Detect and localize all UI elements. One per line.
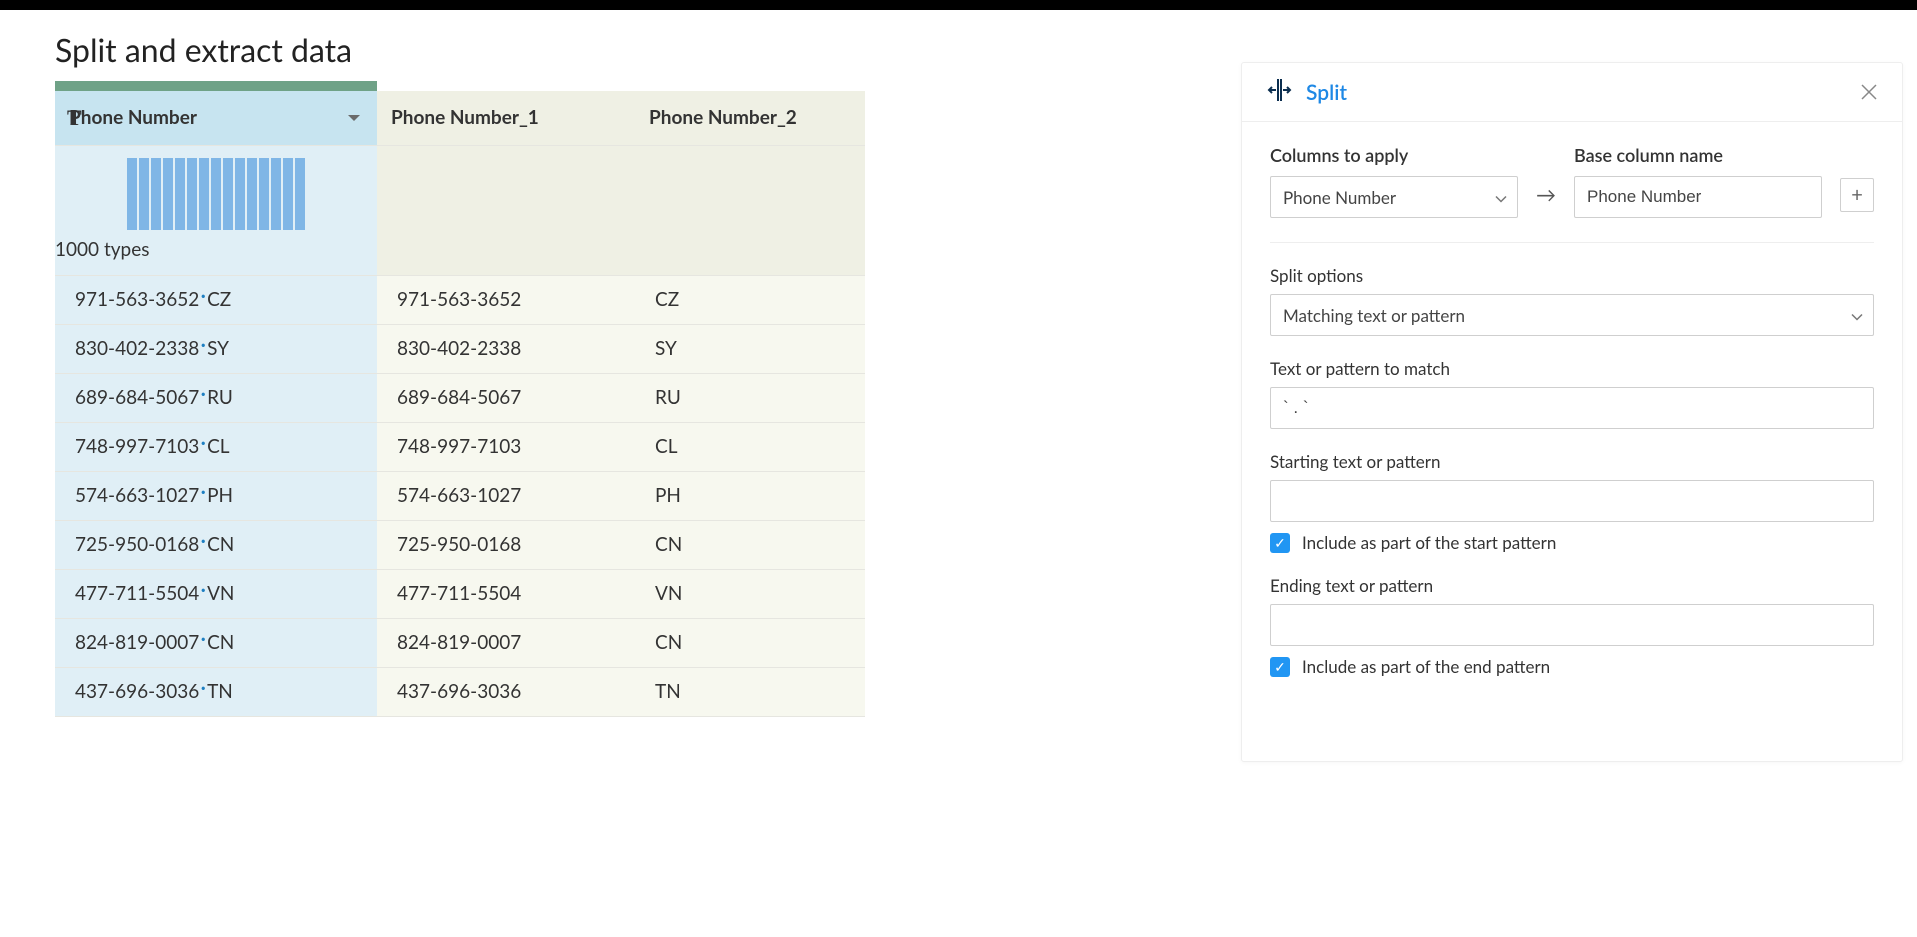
top-strip xyxy=(0,0,1917,10)
cell-phone-number-2: CN xyxy=(635,520,865,569)
table-row[interactable]: 824-819-0007·CN824-819-0007CN xyxy=(55,618,865,667)
cell-phone-number-1: 748-997-7103 xyxy=(377,422,635,471)
table-row[interactable]: 437-696-3036·TN437-696-3036TN xyxy=(55,667,865,716)
columns-to-apply-value: Phone Number xyxy=(1283,187,1396,208)
cell-phone-number-2: VN xyxy=(635,569,865,618)
column-header-label: Phone Number xyxy=(69,106,197,129)
ending-pattern-field[interactable] xyxy=(1283,615,1861,635)
base-column-name-field[interactable] xyxy=(1587,187,1809,207)
cell-phone-number-2: TN xyxy=(635,667,865,716)
cell-phone-number-1: 477-711-5504 xyxy=(377,569,635,618)
cell-phone-number-2: RU xyxy=(635,373,865,422)
panel-title: Split xyxy=(1306,80,1860,105)
cell-phone-number-1: 971-563-3652 xyxy=(377,275,635,324)
chevron-down-icon xyxy=(1851,305,1863,326)
arrow-right-icon: → xyxy=(1536,183,1556,207)
column-profile-row: 1000 types xyxy=(55,145,865,275)
cell-phone-number-1: 725-950-0168 xyxy=(377,520,635,569)
text-or-pattern-field[interactable] xyxy=(1283,398,1861,418)
include-end-checkbox[interactable]: ✓ xyxy=(1270,657,1290,677)
table-row[interactable]: 574-663-1027·PH574-663-1027PH xyxy=(55,471,865,520)
cell-phone-number-2: CZ xyxy=(635,275,865,324)
chevron-down-icon xyxy=(1495,187,1507,208)
base-column-name-input[interactable] xyxy=(1574,176,1822,218)
split-options-select[interactable]: Matching text or pattern xyxy=(1270,294,1874,336)
starting-pattern-input[interactable] xyxy=(1270,480,1874,522)
column-header-phone-number[interactable]: T Phone Number xyxy=(55,91,377,145)
table-row[interactable]: 689-684-5067·RU689-684-5067RU xyxy=(55,373,865,422)
chevron-down-icon[interactable] xyxy=(347,113,361,123)
starting-pattern-label: Starting text or pattern xyxy=(1270,451,1874,472)
cell-phone-number-1: 824-819-0007 xyxy=(377,618,635,667)
cell-phone-number: 437-696-3036·TN xyxy=(55,667,377,716)
cell-phone-number: 971-563-3652·CZ xyxy=(55,275,377,324)
close-icon[interactable] xyxy=(1860,83,1878,101)
column-header-phone-number-1[interactable]: Phone Number_1 xyxy=(377,91,635,145)
panel-header: Split xyxy=(1242,63,1902,122)
include-start-label: Include as part of the start pattern xyxy=(1302,532,1556,553)
split-panel: Split Columns to apply Phone Number → Ba… xyxy=(1241,62,1903,762)
text-or-pattern-label: Text or pattern to match xyxy=(1270,358,1874,379)
cell-phone-number-2: PH xyxy=(635,471,865,520)
columns-to-apply-label: Columns to apply xyxy=(1270,144,1518,166)
table-row[interactable]: 971-563-3652·CZ971-563-3652CZ xyxy=(55,275,865,324)
cell-phone-number-1: 437-696-3036 xyxy=(377,667,635,716)
types-count-label: 1000 types xyxy=(55,238,377,261)
starting-pattern-field[interactable] xyxy=(1283,491,1861,511)
cell-phone-number: 830-402-2338·SY xyxy=(55,324,377,373)
table-row[interactable]: 830-402-2338·SY830-402-2338SY xyxy=(55,324,865,373)
column-header-phone-number-2[interactable]: Phone Number_2 xyxy=(635,91,865,145)
cell-phone-number-1: 574-663-1027 xyxy=(377,471,635,520)
split-options-value: Matching text or pattern xyxy=(1283,305,1465,326)
cell-phone-number: 748-997-7103·CL xyxy=(55,422,377,471)
base-column-name-label: Base column name xyxy=(1574,144,1822,166)
add-column-button[interactable]: + xyxy=(1840,178,1874,212)
cell-phone-number-1: 689-684-5067 xyxy=(377,373,635,422)
cell-phone-number-2: SY xyxy=(635,324,865,373)
ending-pattern-input[interactable] xyxy=(1270,604,1874,646)
text-or-pattern-input[interactable] xyxy=(1270,387,1874,429)
data-quality-bar xyxy=(55,81,377,91)
split-options-label: Split options xyxy=(1270,265,1874,286)
table-row[interactable]: 477-711-5504·VN477-711-5504VN xyxy=(55,569,865,618)
cell-phone-number: 477-711-5504·VN xyxy=(55,569,377,618)
table-row[interactable]: 725-950-0168·CN725-950-0168CN xyxy=(55,520,865,569)
cell-phone-number: 689-684-5067·RU xyxy=(55,373,377,422)
column-header-label: Phone Number_2 xyxy=(649,106,797,129)
text-type-icon: T xyxy=(67,105,82,131)
data-table: T Phone Number Phone Number_1 Phone Numb… xyxy=(55,91,865,717)
cell-phone-number-2: CN xyxy=(635,618,865,667)
ending-pattern-label: Ending text or pattern xyxy=(1270,575,1874,596)
column-header-label: Phone Number_1 xyxy=(391,106,539,129)
cell-phone-number: 725-950-0168·CN xyxy=(55,520,377,569)
table-row[interactable]: 748-997-7103·CL748-997-7103CL xyxy=(55,422,865,471)
cell-phone-number: 824-819-0007·CN xyxy=(55,618,377,667)
distribution-bars xyxy=(55,156,377,230)
cell-phone-number-2: CL xyxy=(635,422,865,471)
include-end-label: Include as part of the end pattern xyxy=(1302,656,1550,677)
include-start-checkbox[interactable]: ✓ xyxy=(1270,533,1290,553)
cell-phone-number: 574-663-1027·PH xyxy=(55,471,377,520)
split-icon xyxy=(1266,79,1292,105)
cell-phone-number-1: 830-402-2338 xyxy=(377,324,635,373)
columns-to-apply-select[interactable]: Phone Number xyxy=(1270,176,1518,218)
